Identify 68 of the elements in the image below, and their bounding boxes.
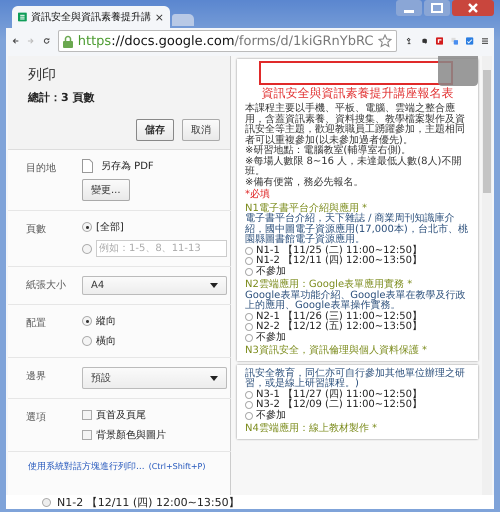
question-description: Google表單功能介紹、Google表單在教學及行政上的應用、Google表單操作實務。 [245,290,467,311]
checkbox[interactable] [82,410,92,420]
browser-tab[interactable]: 資訊安全與資訊素養提升講 × [12,6,170,28]
destination-name: 另存為 PDF [101,160,154,173]
option-label: 背景顏色與圖片 [96,428,166,442]
option-text: N3-2 【12/09 (二) 11:00~12:50】 [256,400,422,410]
dropdown[interactable]: A4 [82,276,227,295]
document-icon [82,159,93,173]
save-button[interactable]: 儲存 [136,119,174,141]
close-tab-button[interactable]: × [154,10,164,24]
option-text: N1-2 【12/11 (四) 12:00~13:50】 [57,494,240,510]
form-text: ※每場人數限 8~16 人，未達最低人數(8人)不開班。 [245,156,462,177]
setting-label: 配置 [26,316,47,331]
form-text: ※備有便當，務必先報名。 [245,178,364,188]
question-title: N2雲端應用：Google表單應用實務 * [245,280,414,290]
radio-button[interactable] [82,336,92,346]
option-text: N2-1 【11/26 (三) 11:00~12:50】 [256,312,422,322]
option-label: 橫向 [96,334,116,348]
tab-title: 資訊安全與資訊素養提升講 [30,10,151,24]
option-text: N1-1 【11/25 (二) 11:00~12:50】 [256,246,422,256]
minimize-button[interactable] [396,0,422,16]
question-title: N4雲端應用：線上教材製作 * [245,424,378,434]
lock-icon [62,34,73,48]
system-dialog-link[interactable]: 使用系統對話方塊進行列印... [28,460,145,473]
url-text: https://docs.google.com/forms/d/1kiGRnYbRC [78,34,374,48]
option-text: 不參加 [256,266,286,277]
address-bar[interactable]: https://docs.google.com/forms/d/1kiGRnYbRC [58,30,398,52]
option-text: N3-1 【11/27 (四) 11:00~12:50】 [256,390,422,400]
option-text: N1-2 【12/11 (四) 12:00~13:50】 [256,256,422,266]
print-title: 列印 [28,66,57,84]
question-title: N3資訊安全，資訊倫理與個人資料保護 * [245,346,428,356]
checkbox[interactable] [82,430,92,440]
page-total: 總計：3 頁數 [28,90,96,105]
form-text: 本課程主要以手機、平板、電腦、雲端之整合應用，含蓋資訊素養、資料搜集、教學檔案製作及資訊安全等主題，歡迎教職員工踴躍參加，主題相同者可以重複參加(以未參加過者優先)。 [245,104,466,146]
required-note: *必填 [245,190,271,200]
caret-icon [210,283,218,288]
new-tab-button[interactable] [172,14,194,26]
preview-scrollbar[interactable] [482,56,492,495]
cancel-button[interactable]: 取消 [182,119,220,141]
radio-button[interactable] [82,222,92,232]
maximize-button[interactable] [424,0,450,16]
setting-label: 選項 [26,411,47,425]
question-description: 訊安全教育，同仁亦可自行參加其他單位辦理之研習，或是線上研習課程。) [245,368,466,389]
form-title: 資訊安全與資訊素養提升講座報名表 [260,85,454,102]
option-label: 頁首及頁尾 [96,409,146,422]
caret-icon [210,376,218,380]
form-text: ※研習地點：電腦教室(輔導室右側)。 [245,146,412,156]
radio-button[interactable] [42,498,51,506]
radio-button[interactable] [82,244,92,254]
setting-label: 紙張大小 [26,278,67,293]
radio-button[interactable] [82,316,92,326]
change-button[interactable]: 變更... [82,179,130,201]
star-icon[interactable] [378,34,392,48]
sheet-icon [18,11,27,23]
option-label: [全部] [96,220,124,234]
dropdown[interactable]: 預設 [82,367,227,389]
option-label: 縱向 [96,315,116,328]
question-description: 電子書平台介紹，天下雜誌 / 商業周刊知識庫介紹，國中圖電子資源應用(17,000本)，台北市、桃園縣圖書館電子資源應用。 [245,214,469,245]
question-title: N1電子書平台介紹與應用 * [245,204,368,214]
option-text: 不參加 [256,332,286,343]
shortcut-hint: (Ctrl+Shift+P) [148,462,206,471]
option-text: 不參加 [256,410,286,421]
setting-label: 頁數 [26,223,47,237]
option-text: N2-2 【12/12 (五) 12:00~13:50】 [256,322,422,332]
setting-label: 目的地 [26,162,57,176]
close-window-button[interactable] [452,0,494,16]
setting-label: 邊界 [26,370,47,384]
page-range-field[interactable]: 例如：1-5、8、11-13 [96,240,227,257]
